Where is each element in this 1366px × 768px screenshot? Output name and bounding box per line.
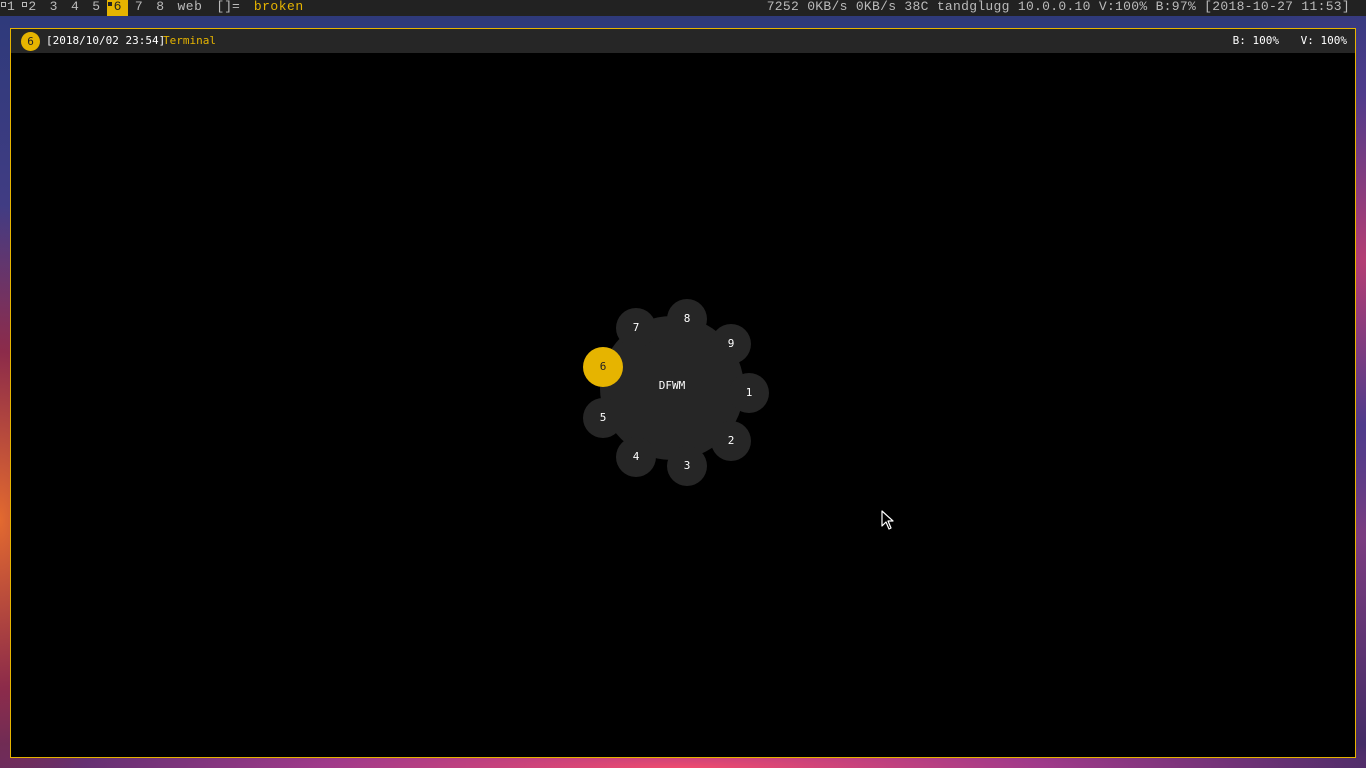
tag-label: 1 (7, 0, 16, 14)
window-date: [2018/10/02 23:54] (46, 34, 166, 47)
tag-label: 6 (113, 0, 122, 14)
workspace-node-4[interactable]: 4 (616, 437, 656, 477)
tag-label: web (177, 0, 203, 14)
layout-indicator[interactable]: []= (208, 0, 247, 16)
tag-label: 4 (70, 0, 80, 14)
workspace-node-7[interactable]: 7 (616, 308, 656, 348)
workspace-node-6[interactable]: 6 (583, 347, 623, 387)
tag-label: 7 (134, 0, 144, 14)
workspace-node-8[interactable]: 8 (667, 299, 707, 339)
volume-indicator: V: 100% (1300, 34, 1347, 47)
tag-4[interactable]: 4 (64, 0, 85, 16)
status-bar: 1 2 3 4 5 6 7 8 web []= broken 7252 0KB/… (0, 0, 1366, 16)
system-status-text: 7252 0KB/s 0KB/s 38C tandglugg 10.0.0.10… (766, 0, 1350, 14)
tag-6[interactable]: 6 (106, 0, 128, 16)
tag-web[interactable]: web (171, 0, 209, 16)
tag-2[interactable]: 2 (21, 0, 42, 16)
workspace-node-1[interactable]: 1 (729, 373, 769, 413)
tag-label: 8 (156, 0, 165, 14)
tag-8[interactable]: 8 (149, 0, 170, 16)
tag-list: 1 2 3 4 5 6 7 8 web []= broken (0, 0, 310, 16)
tag-5[interactable]: 5 (85, 0, 106, 16)
workspace-badge: 6 (21, 32, 40, 51)
window-titlebar: 6 [2018/10/02 23:54] Terminal B: 100% V:… (11, 29, 1355, 53)
mouse-pointer-icon (881, 510, 894, 530)
workspace-node-5[interactable]: 5 (583, 398, 623, 438)
tag-label: 3 (49, 0, 58, 14)
tag-7[interactable]: 7 (128, 0, 149, 16)
focused-window-title: broken (253, 0, 304, 14)
tag-label: 2 (28, 0, 37, 14)
workspace-node-9[interactable]: 9 (711, 324, 751, 364)
workspace-node-2[interactable]: 2 (711, 421, 751, 461)
tag-3[interactable]: 3 (43, 0, 64, 16)
workspace-node-3[interactable]: 3 (667, 446, 707, 486)
brightness-indicator: B: 100% (1232, 34, 1279, 47)
window-title: Terminal (163, 34, 216, 47)
tag-label: 5 (92, 0, 101, 14)
radial-menu-center-label: DFWM (658, 379, 686, 392)
tag-1[interactable]: 1 (0, 0, 21, 16)
